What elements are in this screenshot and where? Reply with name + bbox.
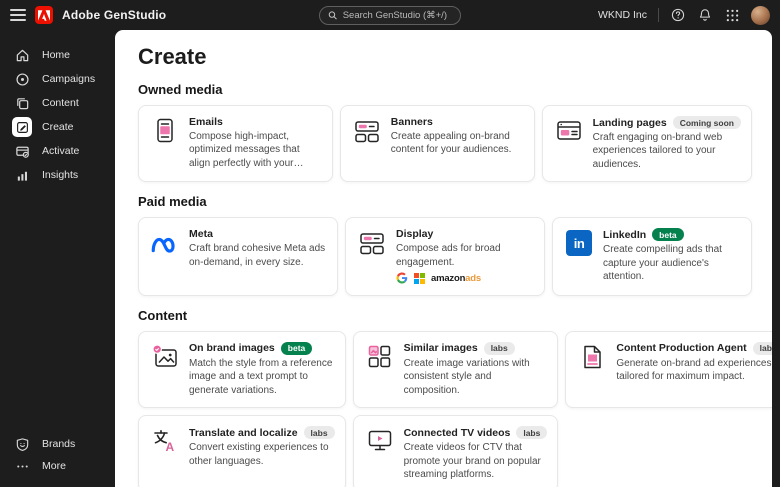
activate-icon (12, 141, 32, 161)
main-panel: Create Owned media Emails Compose high-i… (115, 30, 772, 487)
campaigns-icon (12, 69, 32, 89)
sidebar-item-label: Home (42, 49, 71, 61)
section-heading-paid-media: Paid media (138, 194, 207, 210)
card-description: Create compelling ads that capture your … (603, 244, 722, 282)
connected-tv-icon (366, 426, 394, 481)
adobe-logo[interactable] (35, 6, 53, 24)
card-title: Emails (189, 116, 223, 128)
meta-logo (151, 228, 179, 285)
card-display[interactable]: Display Compose ads for broad engagement… (345, 217, 545, 296)
translate-icon: A (151, 426, 179, 481)
top-bar: Adobe GenStudio WKND Inc (0, 0, 780, 30)
on-brand-images-icon (151, 342, 179, 397)
content-icon (12, 93, 32, 113)
create-icon (12, 117, 32, 137)
card-translate-and-localize[interactable]: A Translate and localize labs Convert ex… (138, 415, 346, 487)
card-title: Banners (390, 116, 433, 128)
card-landing-pages[interactable]: Landing pages Coming soon Craft engaging… (541, 105, 752, 183)
linkedin-logo: in (565, 228, 593, 285)
microsoft-logo (414, 272, 425, 284)
sidebar-item-insights[interactable]: Insights (0, 164, 115, 186)
sidebar-item-home[interactable]: Home (0, 44, 115, 66)
notifications-bell-icon[interactable] (697, 7, 713, 23)
app-title: Adobe GenStudio (62, 8, 167, 22)
amazon-ads-logo: amazonads (431, 272, 481, 284)
card-description: Craft brand cohesive Meta ads on-demand,… (189, 243, 326, 268)
labs-badge: labs (516, 426, 548, 440)
beta-badge: beta (652, 228, 684, 242)
more-icon (12, 456, 32, 476)
landing-page-icon (555, 116, 583, 171)
topbar-divider (658, 8, 659, 22)
sidebar-item-label: Campaigns (42, 73, 96, 85)
help-icon[interactable] (670, 7, 686, 23)
partner-logos: amazonads (396, 272, 534, 285)
org-selector[interactable]: WKND Inc (598, 9, 647, 21)
sidebar-item-content[interactable]: Content (0, 92, 115, 114)
card-description: Create appealing on-brand content for yo… (390, 131, 512, 156)
sidebar-item-label: Create (42, 121, 74, 133)
sidebar-item-label: More (42, 460, 66, 472)
card-description: Craft engaging on-brand web experiences … (592, 132, 723, 170)
card-title: Connected TV videos (403, 426, 511, 439)
card-title: Display (396, 228, 434, 241)
insights-icon (12, 165, 32, 185)
card-description: Compose ads for broad engagement. (396, 243, 501, 268)
search-input[interactable] (342, 9, 452, 21)
labs-badge: labs (303, 426, 335, 440)
card-description: Compose high-impact, optimized messages … (189, 131, 300, 169)
app-switcher-grid-icon[interactable] (724, 7, 740, 23)
section-heading-owned-media: Owned media (138, 82, 223, 97)
card-description: Match the style from a reference image a… (189, 357, 333, 396)
sidebar-item-more[interactable]: More (0, 455, 115, 477)
google-logo (396, 272, 408, 284)
sidebar: Home Campaigns Content Create Activate I… (0, 30, 115, 487)
card-meta[interactable]: Meta Craft brand cohesive Meta ads on-de… (138, 217, 338, 296)
beta-badge: beta (280, 341, 313, 355)
sidebar-item-create[interactable]: Create (0, 116, 115, 138)
card-linkedin[interactable]: in LinkedIn beta Create compelling ads t… (552, 217, 752, 296)
card-description: Create videos for CTV that promote your … (403, 442, 541, 480)
card-title: Similar images (403, 342, 478, 355)
coming-soon-badge: Coming soon (672, 116, 741, 129)
card-title: Translate and localize (189, 426, 298, 439)
card-description: Create image variations with consistent … (403, 357, 530, 396)
search-icon (328, 10, 337, 19)
card-connected-tv-videos[interactable]: Connected TV videos labs Create videos f… (352, 415, 559, 487)
card-emails[interactable]: Emails Compose high-impact, optimized me… (138, 105, 333, 183)
sidebar-item-label: Content (42, 97, 79, 109)
card-banners[interactable]: Banners Create appealing on-brand conten… (339, 105, 535, 183)
page-title: Create (138, 44, 207, 69)
home-icon (12, 45, 32, 65)
card-title: Content Production Agent (616, 342, 747, 355)
similar-images-icon (366, 342, 394, 397)
user-avatar[interactable] (751, 5, 770, 25)
email-icon (151, 116, 179, 171)
card-title: Meta (189, 228, 213, 241)
sidebar-item-brands[interactable]: Brands (0, 433, 115, 455)
card-title: Landing pages (592, 116, 667, 129)
section-heading-content: Content (138, 307, 188, 323)
card-on-brand-images[interactable]: On brand images beta Match the style fro… (138, 330, 346, 409)
sidebar-item-activate[interactable]: Activate (0, 140, 115, 162)
card-title: LinkedIn (603, 228, 647, 241)
labs-badge: labs (483, 341, 515, 355)
card-content-production-agent[interactable]: Content Production Agent labs Generate o… (565, 330, 772, 409)
content-production-agent-icon (578, 342, 606, 397)
card-title: On brand images (189, 342, 275, 355)
hamburger-menu-icon[interactable] (10, 9, 26, 21)
search-bar[interactable] (319, 5, 461, 25)
sidebar-item-label: Insights (42, 169, 79, 181)
sidebar-item-label: Brands (42, 438, 76, 450)
sidebar-item-label: Activate (42, 145, 80, 157)
sidebar-item-campaigns[interactable]: Campaigns (0, 68, 115, 90)
labs-badge: labs (752, 341, 772, 355)
card-description: Generate on-brand ad experiences tailore… (616, 357, 772, 383)
brands-icon (12, 434, 32, 454)
display-ads-icon (358, 228, 386, 285)
card-description: Convert existing experiences to other la… (189, 442, 329, 467)
svg-text:A: A (166, 440, 175, 454)
banner-icon (353, 116, 381, 171)
card-similar-images[interactable]: Similar images labs Create image variati… (352, 330, 559, 409)
